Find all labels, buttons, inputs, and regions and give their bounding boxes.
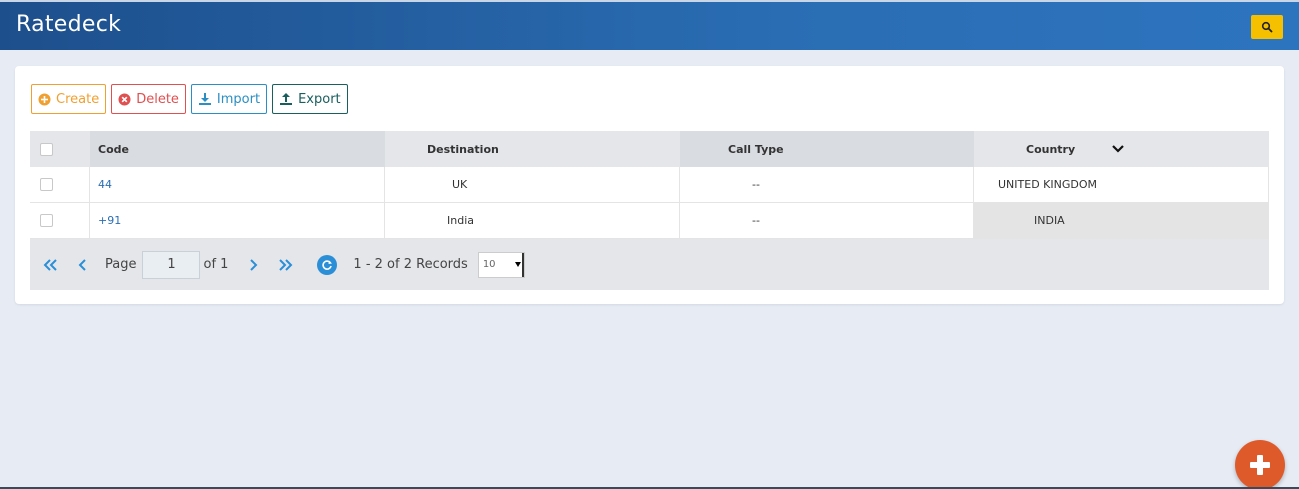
chevron-left-icon (78, 258, 86, 271)
first-page-button[interactable] (42, 258, 58, 272)
page-number-input[interactable]: 1 (142, 250, 201, 279)
call-type-value: -- (752, 214, 760, 227)
table-header: Code Destination Call Type Country (30, 131, 1269, 167)
pagination-bar: Page 1 of 1 1 - 2 of 2 Records 10 (30, 239, 1269, 290)
download-icon (198, 93, 211, 105)
page-count-label: of 1 (203, 257, 229, 272)
page-title: Ratedeck (16, 12, 122, 37)
column-header-country[interactable]: Country (974, 131, 1269, 167)
import-button-label: Import (216, 91, 261, 107)
code-link[interactable]: 44 (98, 178, 112, 191)
destination-cell: India (385, 203, 680, 238)
row-checkbox[interactable] (40, 178, 53, 191)
call-type-cell: -- (680, 167, 974, 202)
code-link[interactable]: +91 (98, 214, 121, 227)
country-cell: INDIA (974, 203, 1269, 238)
refresh-button[interactable] (317, 254, 338, 275)
page-label: Page (105, 257, 137, 272)
create-button[interactable]: Create (31, 84, 107, 114)
export-button[interactable]: Export (272, 84, 348, 114)
country-value: INDIA (1034, 214, 1065, 227)
table-row[interactable]: +91 India -- INDIA (30, 203, 1269, 239)
times-circle-icon (118, 93, 131, 105)
page-size-value: 10 (482, 259, 496, 270)
upload-icon (280, 93, 293, 105)
refresh-icon (322, 259, 333, 270)
column-header-code-label: Code (98, 142, 129, 156)
plus-icon (1250, 455, 1270, 475)
row-checkbox[interactable] (40, 214, 53, 227)
next-page-button[interactable] (248, 258, 258, 272)
double-chevron-right-icon (279, 258, 293, 271)
export-button-label: Export (298, 91, 341, 107)
search-button[interactable] (1251, 15, 1283, 39)
records-summary: 1 - 2 of 2 Records (353, 257, 468, 272)
row-select-cell (30, 167, 90, 202)
call-type-cell: -- (680, 203, 974, 238)
chevron-down-icon[interactable] (1111, 144, 1125, 154)
delete-button-label: Delete (136, 91, 179, 107)
column-header-country-label: Country (1026, 142, 1076, 156)
import-button[interactable]: Import (190, 84, 268, 114)
code-cell: 44 (90, 167, 385, 202)
row-select-cell (30, 203, 90, 238)
ratedeck-table: Code Destination Call Type Country 44 UK… (30, 131, 1269, 290)
select-all-checkbox[interactable] (40, 142, 53, 156)
chevron-right-icon (250, 258, 258, 271)
double-chevron-left-icon (43, 258, 57, 271)
destination-cell: UK (385, 167, 680, 202)
column-header-destination-label: Destination (427, 142, 499, 156)
column-header-call-type-label: Call Type (728, 142, 784, 156)
prev-page-button[interactable] (78, 258, 88, 272)
destination-value: UK (452, 178, 468, 191)
code-cell: +91 (90, 203, 385, 238)
column-header-call-type[interactable]: Call Type (680, 131, 974, 167)
search-icon (1261, 21, 1273, 33)
table-row[interactable]: 44 UK -- UNITED KINGDOM (30, 167, 1269, 203)
ratedeck-panel: Create Delete Import Export Code Destina… (15, 66, 1284, 304)
delete-button[interactable]: Delete (111, 84, 186, 114)
create-button-label: Create (56, 91, 100, 107)
select-all-cell (30, 131, 90, 167)
country-value: UNITED KINGDOM (998, 178, 1097, 191)
last-page-button[interactable] (278, 258, 294, 272)
action-toolbar: Create Delete Import Export (31, 84, 348, 114)
call-type-value: -- (752, 178, 760, 191)
destination-value: India (447, 214, 474, 227)
dropdown-arrow-icon (514, 261, 521, 267)
add-floating-button[interactable] (1235, 440, 1285, 489)
plus-circle-icon (38, 93, 51, 105)
page-size-select[interactable]: 10 (477, 251, 525, 278)
column-header-code[interactable]: Code (90, 131, 385, 167)
country-cell: UNITED KINGDOM (974, 167, 1269, 202)
column-header-destination[interactable]: Destination (385, 131, 680, 167)
top-header-bar: Ratedeck (0, 0, 1299, 50)
